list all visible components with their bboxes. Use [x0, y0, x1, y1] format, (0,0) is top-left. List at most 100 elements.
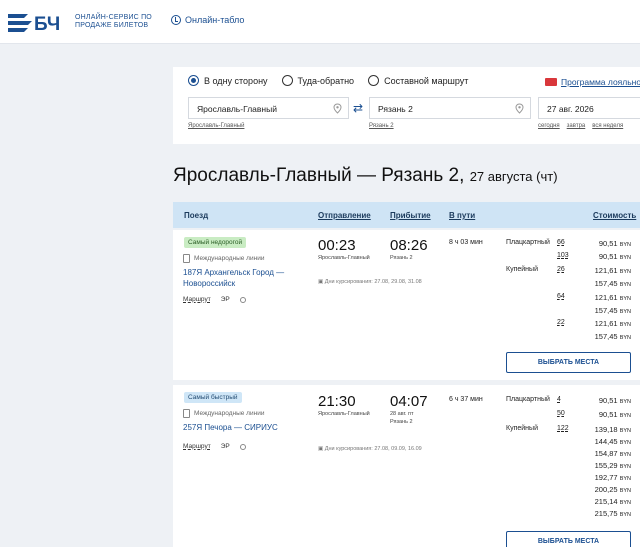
price-value: 121,61 — [594, 266, 618, 275]
price: 144,45 BYN — [595, 437, 631, 446]
info-icon[interactable] — [239, 443, 246, 450]
info-icon[interactable] — [239, 296, 246, 303]
seats-count[interactable]: 103 — [557, 252, 569, 259]
class-plazkart: Плацкартный — [506, 239, 550, 246]
price-value: 154,87 — [594, 449, 618, 458]
price-value: 90,51 — [598, 252, 618, 261]
price: 200,25 BYN — [595, 485, 631, 494]
class-plazkart: Плацкартный — [506, 396, 550, 403]
bch-logo[interactable]: БЧ — [6, 8, 72, 36]
price: 121,61 BYN — [595, 293, 631, 302]
col-departure-sort[interactable]: Отправление — [318, 211, 371, 220]
currency: BYN — [619, 335, 631, 341]
seats-count[interactable]: 50 — [557, 410, 565, 417]
trip-type-one-way[interactable]: В одну сторону — [188, 75, 268, 86]
date-hint-tomorrow[interactable]: завтра — [567, 123, 586, 129]
route-link[interactable]: Маршрут — [183, 296, 211, 303]
departure-time: 00:23 — [318, 237, 356, 254]
price: 154,87 BYN — [595, 449, 631, 458]
operating-days-text: Дни курсирования: 27.08, 29.08, 31.08 — [324, 279, 422, 285]
to-value: Рязань 2 — [378, 104, 413, 114]
price-value: 121,61 — [594, 293, 618, 302]
operating-days-text: Дни курсирования: 27.08, 09.09, 16.09 — [324, 446, 422, 452]
trip-type-composite[interactable]: Составной маршрут — [368, 75, 468, 86]
online-board-link[interactable]: Онлайн-табло — [171, 15, 244, 25]
svg-text:БЧ: БЧ — [34, 14, 60, 35]
price-value: 155,29 — [594, 461, 618, 470]
price: 192,77 BYN — [595, 473, 631, 482]
class-kupe: Купейный — [506, 266, 538, 273]
train-type-label: Международные линии — [194, 410, 265, 417]
from-hint-link[interactable]: Ярославль-Главный — [188, 123, 244, 129]
loyalty-label: Программа лояльности — [561, 77, 640, 87]
price-value: 90,51 — [598, 239, 618, 248]
date-hints: сегодня завтра вся неделя — [538, 123, 623, 129]
from-value: Ярославль-Главный — [197, 104, 277, 114]
price-value: 157,45 — [594, 306, 618, 315]
seats-count[interactable]: 22 — [557, 319, 565, 326]
travel-duration: 6 ч 37 мин — [449, 396, 483, 403]
train-icon — [183, 254, 190, 263]
train-card: Самый недорогой Международные линии 187Я… — [173, 230, 640, 380]
train-type-label: Международные линии — [194, 255, 265, 262]
seats-count[interactable]: 64 — [557, 293, 565, 300]
col-arrival-sort[interactable]: Прибытие — [390, 211, 431, 220]
train-card: Самый быстрый Международные линии 257Я П… — [173, 385, 640, 547]
date-hint-week[interactable]: вся неделя — [592, 123, 623, 129]
trip-type-label: В одну сторону — [204, 75, 268, 86]
date-hint-today[interactable]: сегодня — [538, 123, 560, 129]
class-kupe: Купейный — [506, 425, 538, 432]
to-hint-link[interactable]: Рязань 2 — [369, 123, 394, 129]
price: 157,45 BYN — [595, 279, 631, 288]
select-seats-button[interactable]: ВЫБРАТЬ МЕСТА — [506, 531, 631, 547]
train-name-link[interactable]: 187Я Архангельск Город — Новороссийск — [183, 267, 293, 289]
route-row: Маршрут ЭР — [183, 296, 246, 303]
route-link[interactable]: Маршрут — [183, 443, 211, 450]
location-pin-icon[interactable] — [333, 103, 342, 114]
train-name-link[interactable]: 257Я Печора — СИРИУС — [183, 422, 293, 433]
col-cost-sort[interactable]: Стоимость — [593, 211, 636, 220]
currency: BYN — [619, 242, 631, 248]
to-station-input[interactable]: Рязань 2 — [369, 97, 531, 119]
price-value: 215,75 — [594, 509, 618, 518]
seats-count[interactable]: 26 — [557, 266, 565, 273]
page-title: Ярославль-Главный — Рязань 2, 27 августа… — [173, 165, 558, 187]
location-pin-icon[interactable] — [515, 103, 524, 114]
price: 90,51 BYN — [599, 239, 631, 248]
train-icon — [183, 409, 190, 418]
service-line-2: ПРОДАЖЕ БИЛЕТОВ — [75, 22, 149, 29]
col-duration-sort[interactable]: В пути — [449, 211, 475, 220]
er-label: ЭР — [220, 443, 230, 450]
trip-type-round-trip[interactable]: Туда-обратно — [281, 75, 354, 86]
currency: BYN — [619, 440, 631, 446]
price-value: 192,77 — [594, 473, 618, 482]
price-value: 139,18 — [594, 425, 618, 434]
service-line-1: ОНЛАЙН-СЕРВИС ПО — [75, 14, 152, 21]
currency: BYN — [619, 464, 631, 470]
calendar-icon: ▣ — [318, 279, 325, 285]
seats-count[interactable]: 122 — [557, 425, 569, 432]
online-board-label: Онлайн-табло — [185, 15, 245, 25]
trip-type-label: Составной маршрут — [384, 75, 469, 86]
operating-days: ▣ Дни курсирования: 27.08, 09.09, 16.09 — [318, 445, 438, 453]
date-value: 27 авг. 2026 — [547, 104, 594, 114]
date-input[interactable]: 27 авг. 2026 — [538, 97, 640, 119]
seats-count[interactable]: 66 — [557, 239, 565, 246]
currency: BYN — [619, 296, 631, 302]
train-type: Международные линии — [183, 409, 264, 418]
seats-count[interactable]: 4 — [557, 396, 561, 403]
operating-days: ▣ Дни курсирования: 27.08, 29.08, 31.08 — [318, 278, 438, 286]
select-seats-button[interactable]: ВЫБРАТЬ МЕСТА — [506, 352, 631, 373]
currency: BYN — [619, 255, 631, 261]
from-station-input[interactable]: Ярославль-Главный — [188, 97, 349, 119]
currency: BYN — [619, 428, 631, 434]
swap-stations-icon[interactable]: ⇄ — [353, 101, 363, 115]
currency: BYN — [619, 322, 631, 328]
price-value: 157,45 — [594, 279, 618, 288]
radio-selected-icon — [188, 75, 199, 86]
route-title-date: 27 августа (чт) — [469, 169, 558, 184]
loyalty-program-link[interactable]: Программа лояльности — [545, 77, 640, 87]
departure-station: Ярославль-Главный — [318, 411, 370, 417]
price-value: 121,61 — [594, 319, 618, 328]
price: 215,75 BYN — [595, 509, 631, 518]
